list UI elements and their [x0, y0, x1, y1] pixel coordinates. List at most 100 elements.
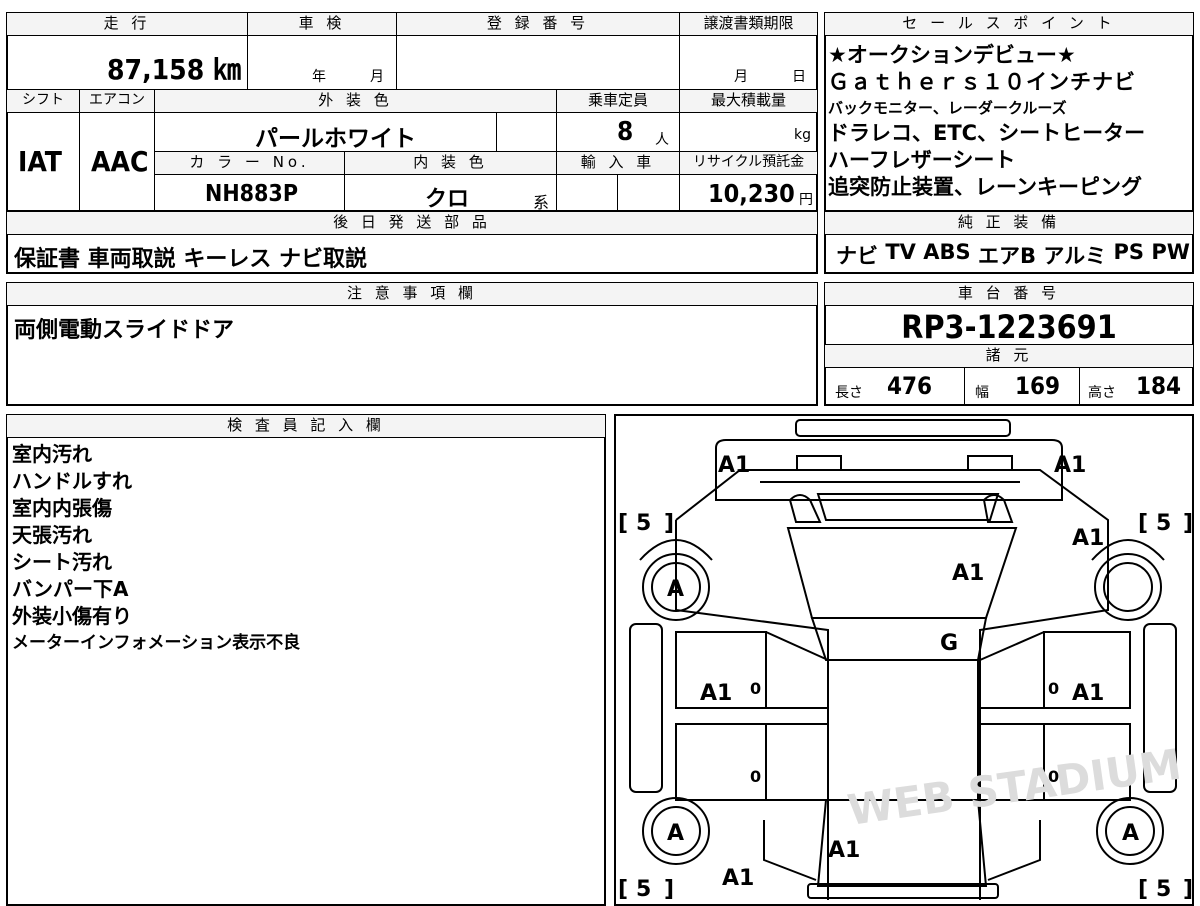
- shift-header: シフト: [6, 89, 80, 113]
- inspector-line: シート汚れ: [12, 550, 112, 574]
- recycle-header: リサイクル預託金: [679, 151, 818, 175]
- interior-cell: クロ 系: [344, 174, 557, 212]
- inspector-line: メーターインフォメーション表示不良: [12, 633, 301, 653]
- specs-length-label: 長さ: [835, 385, 863, 401]
- interior-header: 内 装 色: [344, 151, 557, 175]
- damage-label: A1: [722, 866, 754, 891]
- damage-label: A1: [1054, 453, 1086, 478]
- car-diagram: WEB STADIUM A1 A1 A1 A1 G A1 A1 A1 A1 A …: [618, 419, 1193, 900]
- transfer-day: 日: [792, 69, 806, 85]
- bracket-left: [: [618, 877, 628, 900]
- damage-label: A1: [1072, 526, 1104, 551]
- wheel-label: A: [667, 821, 684, 846]
- bracket-left: [: [618, 511, 628, 536]
- equipment-item: エアB: [978, 244, 1037, 268]
- sales-line: 追突防止装置、レーンキーピング: [828, 175, 1142, 199]
- damage-label: A1: [952, 561, 984, 586]
- chassis-header: 車 台 番 号: [824, 282, 1194, 306]
- specs-height-value: 184: [1136, 372, 1182, 400]
- shaken-month: 月: [370, 69, 384, 85]
- transfer-header: 譲渡書類期限: [679, 12, 818, 36]
- sales-line: ★オークションデビュー★: [828, 43, 1076, 67]
- front-bumper: [795, 419, 1011, 437]
- specs-width-cell: 幅 169: [964, 367, 1080, 406]
- bracket-right: ]: [1183, 511, 1193, 536]
- color-no-cell: NH883P: [154, 174, 345, 212]
- import-cell-right: [617, 174, 680, 212]
- left-skirt: [629, 623, 663, 793]
- aircon-header: エアコン: [79, 89, 155, 113]
- max-load-cell: kg: [679, 112, 818, 152]
- registration-header: 登 録 番 号: [396, 12, 680, 36]
- zero-mark: 0: [1048, 767, 1059, 786]
- right-headlight: [967, 455, 1013, 471]
- damage-label: G: [940, 631, 958, 656]
- roof: [810, 617, 988, 661]
- interior-suffix: 系: [533, 193, 550, 212]
- shift-value: IAT: [18, 145, 62, 178]
- chassis-value: RP3-1223691: [901, 308, 1117, 346]
- equipment-item: ABS: [923, 240, 971, 264]
- sales-points-header: セ ー ル ス ポ イ ン ト: [824, 12, 1194, 36]
- later-parts-value: 保証書 車両取説 キーレス ナビ取説: [14, 247, 367, 272]
- sales-line: ハーフレザーシート: [828, 148, 1016, 172]
- capacity-cell: 8 人: [556, 112, 680, 152]
- shaken-cell: 年 月: [247, 35, 397, 90]
- equipment-header: 純 正 装 備: [824, 211, 1194, 235]
- specs-width-label: 幅: [975, 385, 989, 401]
- zero-mark: 0: [750, 679, 761, 698]
- recycle-cell: 10,230 円: [679, 174, 818, 212]
- transfer-month: 月: [734, 69, 748, 85]
- inspector-line: 外装小傷有り: [12, 604, 132, 628]
- sales-line: Ｇａｔｈｅｒｓ１０インチナビ: [828, 70, 1136, 94]
- inspector-list: 室内汚れ ハンドルすれ 室内内張傷 天張汚れ シート汚れ バンパー下A 外装小傷…: [12, 441, 300, 657]
- equipment-item: TV: [885, 240, 916, 264]
- tire-depth: 5: [636, 877, 651, 900]
- notes-header: 注 意 事 項 欄: [6, 282, 818, 306]
- equipment-item: PW: [1151, 240, 1190, 264]
- max-load-header: 最大積載量: [679, 89, 818, 113]
- damage-label: A1: [718, 453, 750, 478]
- equipment-item: アルミ: [1043, 244, 1107, 268]
- shaken-header: 車 検: [247, 12, 397, 36]
- capacity-unit: 人: [655, 132, 669, 148]
- shaken-year: 年: [312, 69, 326, 85]
- tire-depth: 5: [636, 511, 651, 536]
- exterior-header: 外 装 色: [154, 89, 557, 113]
- zero-mark: 0: [750, 767, 761, 786]
- bracket-left: [: [1138, 877, 1148, 900]
- bracket-right: ]: [664, 877, 674, 900]
- aircon-value: AAC: [91, 145, 149, 178]
- damage-label: A1: [1072, 681, 1104, 706]
- aircon-cell: AAC: [79, 112, 155, 212]
- inspector-line: 室内汚れ: [12, 442, 92, 466]
- bracket-right: ]: [1183, 877, 1193, 900]
- import-cell-left: [556, 174, 618, 212]
- specs-height-cell: 高さ 184: [1079, 367, 1194, 406]
- exterior-extra-cell: [496, 112, 557, 152]
- interior-value: クロ: [425, 187, 470, 212]
- zero-mark: 0: [1048, 679, 1059, 698]
- mileage-cell: 87,158 ㎞: [6, 35, 248, 90]
- specs-header: 諸 元: [824, 344, 1194, 368]
- specs-length-cell: 長さ 476: [824, 367, 965, 406]
- inspector-line: バンパー下A: [12, 577, 129, 601]
- recycle-unit: 円: [799, 192, 813, 208]
- mileage-header: 走 行: [6, 12, 248, 36]
- later-parts-header: 後 日 発 送 部 品: [6, 211, 818, 235]
- import-header: 輸 入 車: [556, 151, 680, 175]
- equipment-item: PS: [1113, 240, 1145, 264]
- shift-cell: IAT: [6, 112, 80, 212]
- sales-line: ドラレコ、ETC、シートヒーター: [828, 121, 1146, 145]
- registration-cell: [396, 35, 680, 90]
- inspector-line: 室内内張傷: [12, 496, 112, 520]
- tire-depth: 5: [1156, 877, 1171, 900]
- exterior-cell: パールホワイト: [154, 112, 497, 152]
- notes-value: 両側電動スライドドア: [14, 318, 235, 343]
- bracket-left: [: [1138, 511, 1148, 536]
- capacity-value: 8: [617, 117, 634, 147]
- max-load-unit: kg: [794, 127, 811, 143]
- recycle-value: 10,230: [708, 179, 795, 208]
- exterior-value: パールホワイト: [255, 126, 416, 152]
- sales-line: バックモニター、レーダークルーズ: [828, 99, 1067, 117]
